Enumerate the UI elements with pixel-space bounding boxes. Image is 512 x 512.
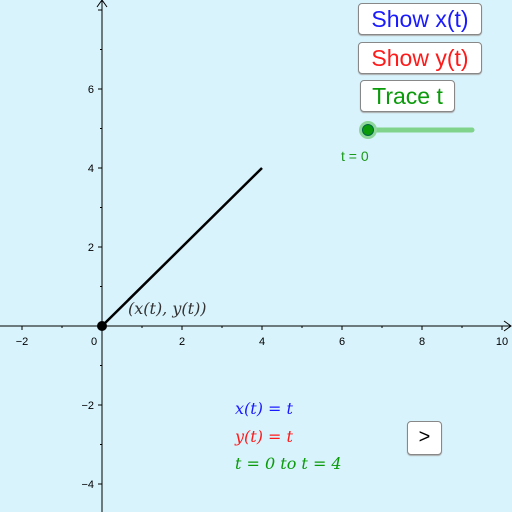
slider-handle[interactable]: [362, 124, 374, 136]
equation-y: y(t) = t: [235, 427, 293, 446]
trace-button[interactable]: Trace t: [360, 80, 455, 112]
y-tick-label: 6: [88, 84, 94, 96]
y-tick-label: −4: [81, 479, 94, 491]
slider-label: t = 0: [341, 148, 369, 164]
x-tick-label: 4: [259, 336, 265, 348]
x-tick-label: 6: [339, 336, 345, 348]
y-tick-label: 4: [88, 163, 94, 175]
x-tick-label: 2: [179, 336, 185, 348]
equation-x: x(t) = t: [235, 399, 293, 418]
y-tick-label: −2: [81, 400, 94, 412]
x-tick-label: 10: [496, 336, 508, 348]
show-y-button[interactable]: Show y(t): [358, 42, 482, 74]
show-x-button[interactable]: Show x(t): [358, 3, 482, 35]
moving-point: [97, 321, 107, 331]
x-tick-label: 8: [419, 336, 425, 348]
next-button[interactable]: >: [407, 421, 442, 455]
x-tick-label: 0: [91, 336, 97, 348]
point-label: (x(t), y(t)): [128, 299, 207, 318]
equation-range: t = 0 to t = 4: [235, 454, 342, 473]
x-tick-label: −2: [16, 336, 29, 348]
y-tick-label: 2: [88, 242, 94, 254]
